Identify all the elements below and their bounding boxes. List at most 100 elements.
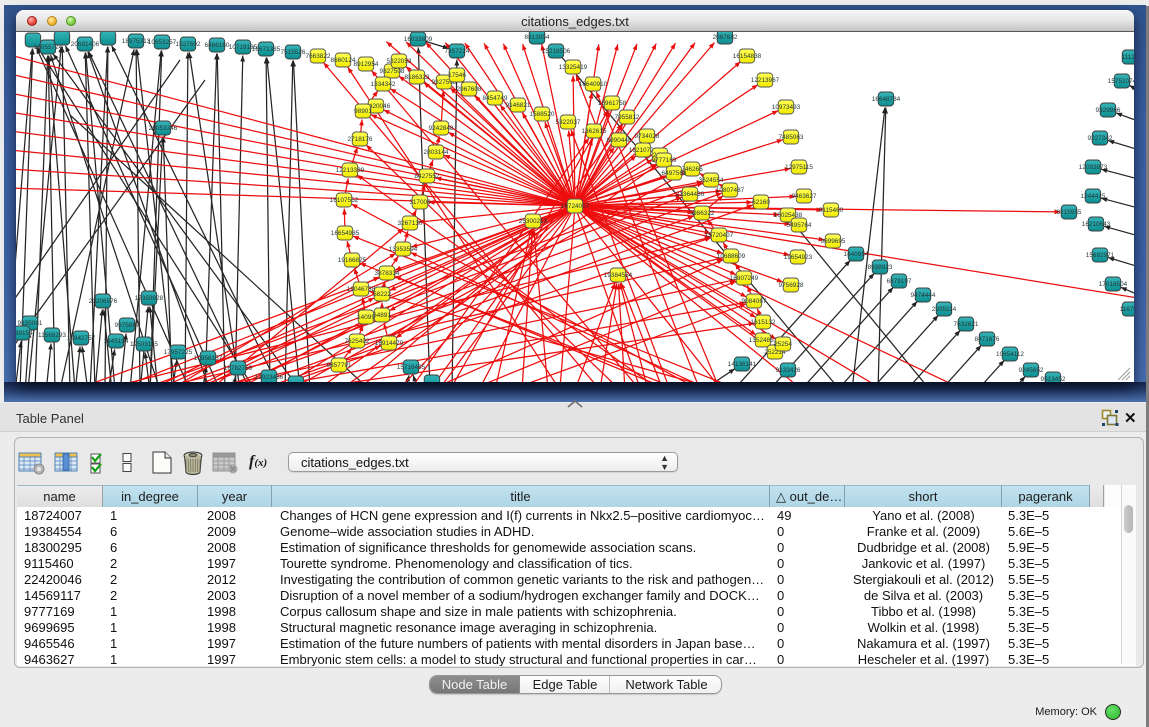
svg-text:6879197: 6879197 — [887, 278, 912, 285]
svg-text:8186323: 8186323 — [405, 74, 430, 81]
svg-text:5495764: 5495764 — [787, 222, 812, 229]
svg-text:12923466: 12923466 — [255, 374, 284, 381]
svg-text:18807249: 18807249 — [730, 275, 759, 282]
svg-text:5322053: 5322053 — [387, 58, 412, 65]
svg-text:25300213: 25300213 — [519, 218, 548, 225]
svg-text:9133426: 9133426 — [776, 367, 801, 374]
svg-text:6497568: 6497568 — [662, 170, 687, 177]
svg-text:1588520: 1588520 — [530, 111, 555, 118]
svg-text:7986322: 7986322 — [690, 210, 715, 217]
svg-text:16782759: 16782759 — [224, 365, 253, 372]
svg-text:9734028: 9734028 — [635, 133, 660, 140]
svg-text:17359928: 17359928 — [135, 295, 164, 302]
svg-text:15716485: 15716485 — [397, 364, 426, 371]
svg-text:7625402: 7625402 — [345, 338, 370, 345]
svg-text:1334342: 1334342 — [371, 81, 396, 88]
svg-text:7955812: 7955812 — [615, 114, 640, 121]
svg-text:16210643: 16210643 — [1082, 221, 1111, 228]
svg-text:14136141: 14136141 — [728, 361, 757, 368]
svg-text:9827508: 9827508 — [380, 68, 405, 75]
svg-text:116753: 116753 — [1120, 306, 1134, 313]
svg-text:16648784: 16648784 — [872, 96, 901, 103]
svg-text:19384554: 19384554 — [604, 272, 633, 279]
svg-text:939154: 939154 — [16, 330, 33, 337]
svg-text:7515526: 7515526 — [281, 49, 306, 56]
svg-text:29053346: 29053346 — [149, 125, 178, 132]
svg-text:8813054: 8813054 — [525, 34, 550, 41]
svg-text:1645194: 1645194 — [104, 338, 129, 345]
svg-text:9699695: 9699695 — [821, 238, 846, 245]
svg-text:98901: 98901 — [354, 108, 372, 115]
svg-text:15751074: 15751074 — [1108, 78, 1134, 85]
svg-text:1362615: 1362615 — [582, 128, 607, 135]
svg-text:9777169: 9777169 — [652, 157, 677, 164]
svg-text:16033809: 16033809 — [404, 36, 433, 43]
svg-text:9474444: 9474444 — [911, 292, 936, 299]
svg-text:17546: 17546 — [448, 72, 466, 79]
svg-text:25254: 25254 — [774, 341, 792, 348]
svg-text:2935114: 2935114 — [932, 306, 957, 313]
svg-text:10688609: 10688609 — [717, 253, 746, 260]
svg-text:9975887: 9975887 — [115, 322, 140, 329]
svg-text:17016504: 17016504 — [1099, 281, 1128, 288]
svg-text:9115460: 9115460 — [819, 207, 844, 214]
svg-text:14099: 14099 — [357, 314, 375, 321]
svg-text:1440954: 1440954 — [844, 251, 869, 258]
svg-text:9513452: 9513452 — [1041, 376, 1066, 382]
svg-text:9227342: 9227342 — [1088, 135, 1113, 142]
svg-text:7663822: 7663822 — [306, 53, 331, 60]
svg-text:9857791: 9857791 — [327, 362, 352, 369]
svg-text:10653257: 10653257 — [148, 39, 177, 46]
svg-text:11568293: 11568293 — [38, 332, 66, 339]
svg-text:18975313: 18975313 — [122, 38, 151, 45]
svg-text:317006: 317006 — [409, 199, 431, 206]
svg-text:16671385: 16671385 — [252, 46, 281, 53]
svg-text:2967608: 2967608 — [457, 86, 482, 93]
svg-text:12503115: 12503115 — [130, 341, 158, 348]
svg-text:17957225: 17957225 — [164, 349, 193, 356]
svg-text:2803144: 2803144 — [424, 149, 449, 156]
svg-text:19654923: 19654923 — [784, 254, 813, 261]
svg-text:6466160: 6466160 — [205, 42, 230, 49]
svg-text:3878334: 3878334 — [375, 270, 400, 277]
svg-text:5322037: 5322037 — [556, 119, 581, 126]
svg-text:9242848: 9242848 — [429, 125, 454, 132]
svg-text:12975115: 12975115 — [785, 164, 813, 171]
svg-text:10973493: 10973493 — [772, 104, 801, 111]
svg-text:16914479: 16914479 — [375, 340, 404, 347]
svg-text:10958157: 10958157 — [194, 355, 223, 362]
svg-text:21364436: 21364436 — [676, 191, 705, 198]
svg-text:3624554: 3624554 — [699, 177, 724, 184]
svg-text:3267130: 3267130 — [398, 220, 423, 227]
svg-text:12093873: 12093873 — [1079, 164, 1108, 171]
svg-text:2718176: 2718176 — [348, 136, 373, 143]
svg-text:15218506: 15218506 — [542, 48, 571, 55]
svg-text:13325419: 13325419 — [559, 64, 588, 71]
svg-text:62160: 62160 — [752, 199, 770, 206]
svg-text:8990448: 8990448 — [607, 137, 632, 144]
svg-text:7632621: 7632621 — [954, 321, 979, 328]
svg-text:16154838: 16154838 — [733, 53, 762, 60]
svg-text:15692971: 15692971 — [1086, 252, 1115, 259]
svg-text:10807487: 10807487 — [716, 187, 745, 194]
svg-text:8938923: 8938923 — [868, 264, 893, 271]
svg-text:2087682: 2087682 — [713, 34, 738, 41]
svg-text:8427552: 8427552 — [415, 173, 440, 180]
svg-text:8471676: 8471676 — [975, 336, 1000, 343]
svg-text:64891: 64891 — [373, 312, 391, 319]
svg-text:9463627: 9463627 — [792, 193, 817, 200]
svg-text:9245652: 9245652 — [1019, 367, 1044, 374]
svg-text:8912954: 8912954 — [354, 61, 379, 68]
svg-text:19166825: 19166825 — [338, 257, 367, 264]
svg-text:19046738: 19046738 — [347, 286, 376, 293]
svg-text:11124: 11124 — [1122, 54, 1134, 61]
svg-text:12213967: 12213967 — [751, 77, 780, 84]
svg-text:16107552: 16107552 — [330, 197, 359, 204]
svg-text:20206576: 20206576 — [89, 298, 118, 305]
svg-text:58222: 58222 — [373, 291, 391, 298]
svg-text:1527602: 1527602 — [176, 41, 201, 48]
svg-text:12942757: 12942757 — [67, 335, 96, 342]
svg-text:9756928: 9756928 — [779, 282, 804, 289]
svg-text:10654112: 10654112 — [996, 351, 1024, 358]
svg-text:12213389: 12213389 — [336, 167, 365, 174]
